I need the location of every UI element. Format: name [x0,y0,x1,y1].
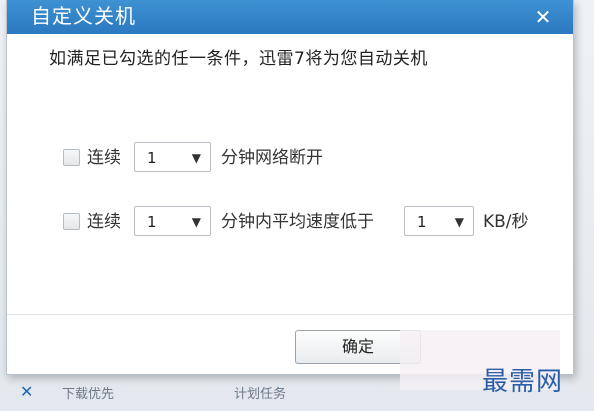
speed-threshold-select[interactable]: 1 ▼ [404,206,474,236]
condition-suffix-label: 分钟网络断开 [221,148,323,168]
title-bar: 自定义关机 ✕ [7,0,573,34]
network-disconnect-checkbox[interactable] [63,149,80,166]
chevron-down-icon: ▼ [191,215,201,229]
close-icon[interactable]: ✕ [529,3,557,31]
select-value: 1 [147,149,157,167]
toolbar-item-download-priority[interactable]: 下载优先 [62,383,114,402]
behind-toolbar: ✕ 下载优先 计划任务 [20,378,420,408]
condition-middle-label: 分钟内平均速度低于 [221,212,374,232]
shutdown-dialog: 自定义关机 ✕ 如满足已勾选的任一条件，迅雷7将为您自动关机 连续 1 ▼ 分钟… [6,0,574,375]
toolbar-item-scheduled-task[interactable]: 计划任务 [234,383,286,402]
dialog-description: 如满足已勾选的任一条件，迅雷7将为您自动关机 [49,49,428,69]
low-speed-checkbox[interactable] [63,213,80,230]
download-icon: ✕ [20,382,34,401]
speed-minutes-select[interactable]: 1 ▼ [134,206,211,236]
chevron-down-icon: ▼ [454,215,464,229]
condition-prefix-label: 连续 [87,212,121,232]
dialog-title: 自定义关机 [31,4,136,28]
select-value: 1 [417,213,427,231]
disconnect-minutes-select[interactable]: 1 ▼ [134,142,211,172]
select-value: 1 [147,213,157,231]
condition-prefix-label: 连续 [87,148,121,168]
footer-divider [7,314,573,315]
chevron-down-icon: ▼ [191,151,201,165]
site-watermark: 最需网 [482,367,564,397]
speed-unit-label: KB/秒 [483,212,529,232]
